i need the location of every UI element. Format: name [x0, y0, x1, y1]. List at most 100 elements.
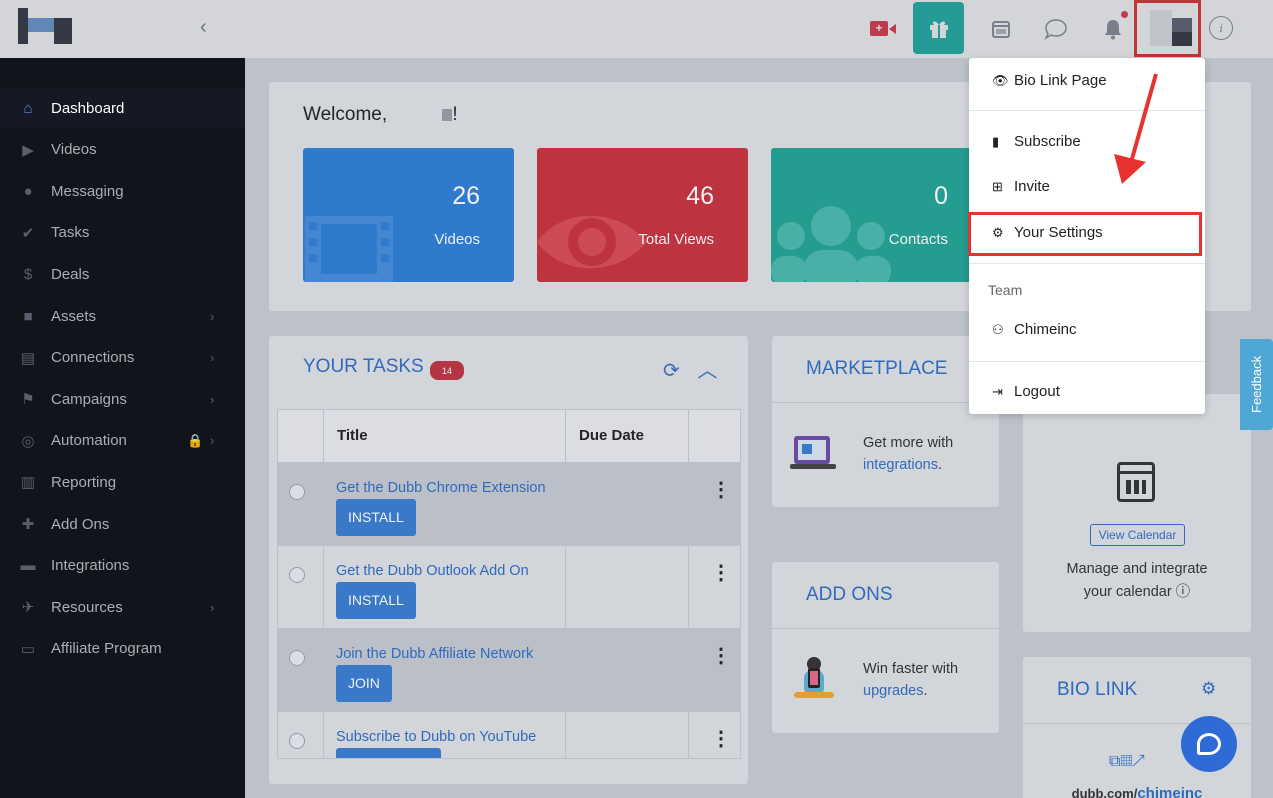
- sidebar-item-label: Messaging: [51, 182, 124, 200]
- stat-value: 46: [686, 182, 714, 210]
- integrations-link[interactable]: integrations: [863, 457, 938, 473]
- refresh-icon[interactable]: ⟳: [663, 360, 680, 382]
- task-checkbox[interactable]: [289, 733, 305, 749]
- gift-small-icon: ⊞: [992, 178, 1003, 194]
- menu-item-invite[interactable]: ⊞ Invite: [992, 178, 1050, 195]
- sidebar-item-label: Assets: [51, 307, 97, 325]
- box-icon: ▬: [20, 557, 36, 575]
- sidebar-item-label: Resources: [51, 598, 123, 616]
- sidebar-item-affiliate-program[interactable]: ▭ Affiliate Program: [0, 629, 245, 669]
- cog-icon: ◎: [21, 432, 35, 450]
- upgrades-link[interactable]: upgrades: [863, 683, 923, 699]
- task-action-button[interactable]: SUBSCRIBE: [336, 748, 441, 758]
- task-title[interactable]: Join the Dubb Affiliate Network JOIN: [336, 643, 556, 702]
- sidebar-item-deals[interactable]: $ Deals: [0, 254, 245, 294]
- more-vertical-icon[interactable]: ⋮: [711, 560, 731, 585]
- message-icon: ●: [23, 182, 33, 200]
- plus-icon: ✚: [21, 516, 35, 533]
- sidebar-item-videos[interactable]: ▶ Videos: [0, 130, 245, 170]
- chevron-right-icon: ›: [210, 433, 215, 449]
- chevron-up-icon[interactable]: ︿: [697, 360, 717, 382]
- lock-icon: 🔒: [187, 432, 204, 448]
- sidebar-item-label: Campaigns: [51, 390, 127, 408]
- sidebar-item-messaging[interactable]: ● Messaging: [0, 171, 245, 211]
- menu-item-bio-link-page[interactable]: 👁 Bio Link Page: [992, 72, 1107, 89]
- sidebar-item-label: Tasks: [51, 224, 90, 242]
- rocket-icon: ✈: [21, 599, 35, 617]
- table-row: Get the Dubb Outlook Add On INSTALL ⋮: [277, 546, 741, 629]
- stat-card-contacts[interactable]: 0 Contacts: [771, 148, 982, 282]
- stat-card-videos[interactable]: 26 Videos: [303, 148, 514, 282]
- bio-link-tools[interactable]: ⧉▦↗: [1109, 753, 1145, 771]
- more-vertical-icon[interactable]: ⋮: [711, 643, 731, 668]
- menu-item-subscribe[interactable]: ▮ Subscribe: [992, 133, 1081, 150]
- task-title[interactable]: Subscribe to Dubb on YouTube SUBSCRIBE: [336, 726, 556, 758]
- task-action-button[interactable]: JOIN: [336, 665, 392, 702]
- more-vertical-icon[interactable]: ⋮: [711, 726, 731, 751]
- sidebar-item-label: Dashboard: [51, 99, 125, 117]
- contacts-icon: ▤: [20, 349, 36, 367]
- marketplace-card: MARKETPLACE Get more with integrations.: [772, 336, 999, 507]
- column-title: Title: [337, 427, 368, 444]
- task-title[interactable]: Get the Dubb Outlook Add On INSTALL: [336, 560, 556, 619]
- task-checkbox[interactable]: [289, 484, 305, 500]
- marketplace-text: Get more with: [863, 435, 954, 451]
- task-checkbox[interactable]: [289, 650, 305, 666]
- bio-link-url[interactable]: dubb.com/chimeinc: [1023, 785, 1251, 798]
- sidebar-item-label: Add Ons: [51, 515, 110, 533]
- overlay-dim: [0, 0, 1273, 58]
- addons-card: ADD ONS Win faster with upgrades.: [772, 562, 999, 733]
- bio-link-title: BIO LINK: [1057, 679, 1138, 700]
- play-icon: ▶: [22, 141, 34, 159]
- sidebar-item-label: Automation: [51, 432, 127, 450]
- sidebar: ⌂ Dashboard ▶ Videos ● Messaging ✔ Tasks $ Deals ■…: [0, 58, 245, 798]
- view-calendar-button[interactable]: View Calendar: [1090, 524, 1185, 546]
- gear-icon[interactable]: ⚙: [1201, 679, 1216, 699]
- chat-launcher-icon[interactable]: [1181, 716, 1237, 772]
- team-label: Team: [988, 282, 1023, 298]
- sidebar-item-label: Integrations: [51, 557, 130, 575]
- sidebar-item-dashboard[interactable]: ⌂ Dashboard: [0, 88, 245, 128]
- sidebar-item-label: Deals: [51, 265, 90, 283]
- sidebar-item-assets[interactable]: ■ Assets ›: [0, 296, 245, 336]
- sidebar-item-label: Videos: [51, 141, 97, 159]
- sidebar-item-connections[interactable]: ▤ Connections ›: [0, 338, 245, 378]
- table-row: Join the Dubb Affiliate Network JOIN ⋮: [277, 629, 741, 712]
- chevron-right-icon: ›: [210, 391, 215, 407]
- table-row: Get the Dubb Chrome Extension INSTALL ⋮: [277, 463, 741, 546]
- task-title[interactable]: Get the Dubb Chrome Extension INSTALL: [336, 477, 556, 536]
- sidebar-item-campaigns[interactable]: ⚑ Campaigns ›: [0, 379, 245, 419]
- tasks-card: YOUR TASKS 14 ⟳ ︿ Title Due Date Get the…: [269, 336, 748, 784]
- integrations-illustration: [790, 436, 836, 469]
- shopping-bag-icon: ▮: [992, 133, 1000, 149]
- stat-card-total-views[interactable]: 46 Total Views: [537, 148, 748, 282]
- chevron-right-icon: ›: [210, 599, 215, 615]
- stat-label: Videos: [434, 231, 480, 248]
- sidebar-item-add-ons[interactable]: ✚ Add Ons: [0, 504, 245, 544]
- menu-item-logout[interactable]: ⇥ Logout: [992, 383, 1060, 400]
- column-due-date: Due Date: [579, 427, 645, 444]
- menu-item-team-chimeinc[interactable]: ⚇ Chimeinc: [992, 321, 1077, 338]
- check-icon: ✔: [21, 224, 35, 242]
- sidebar-item-label: Reporting: [51, 473, 117, 491]
- welcome-heading: Welcome, !: [303, 104, 458, 125]
- calendar-card: View Calendar Manage and integrate your …: [1023, 394, 1251, 632]
- sidebar-item-automation[interactable]: ◎ Automation 🔒 ›: [0, 421, 245, 461]
- feedback-tab[interactable]: Feedback: [1240, 339, 1273, 430]
- calendar-large-icon: [1117, 462, 1155, 502]
- task-action-button[interactable]: INSTALL: [336, 499, 416, 536]
- sidebar-item-resources[interactable]: ✈ Resources ›: [0, 587, 245, 627]
- sidebar-item-reporting[interactable]: ▥ Reporting: [0, 462, 245, 502]
- settings-highlight-box: [968, 212, 1202, 256]
- stat-label: Contacts: [888, 231, 948, 248]
- chevron-right-icon: ›: [210, 308, 215, 324]
- task-checkbox[interactable]: [289, 567, 305, 583]
- sidebar-item-integrations[interactable]: ▬ Integrations: [0, 546, 245, 586]
- task-action-button[interactable]: INSTALL: [336, 582, 416, 619]
- sidebar-item-tasks[interactable]: ✔ Tasks: [0, 213, 245, 253]
- users-icon: ⚇: [992, 321, 1004, 337]
- upgrades-illustration: [794, 657, 834, 698]
- tasks-count-badge: 14: [430, 361, 464, 380]
- card-icon: ▭: [20, 640, 36, 658]
- more-vertical-icon[interactable]: ⋮: [711, 477, 731, 502]
